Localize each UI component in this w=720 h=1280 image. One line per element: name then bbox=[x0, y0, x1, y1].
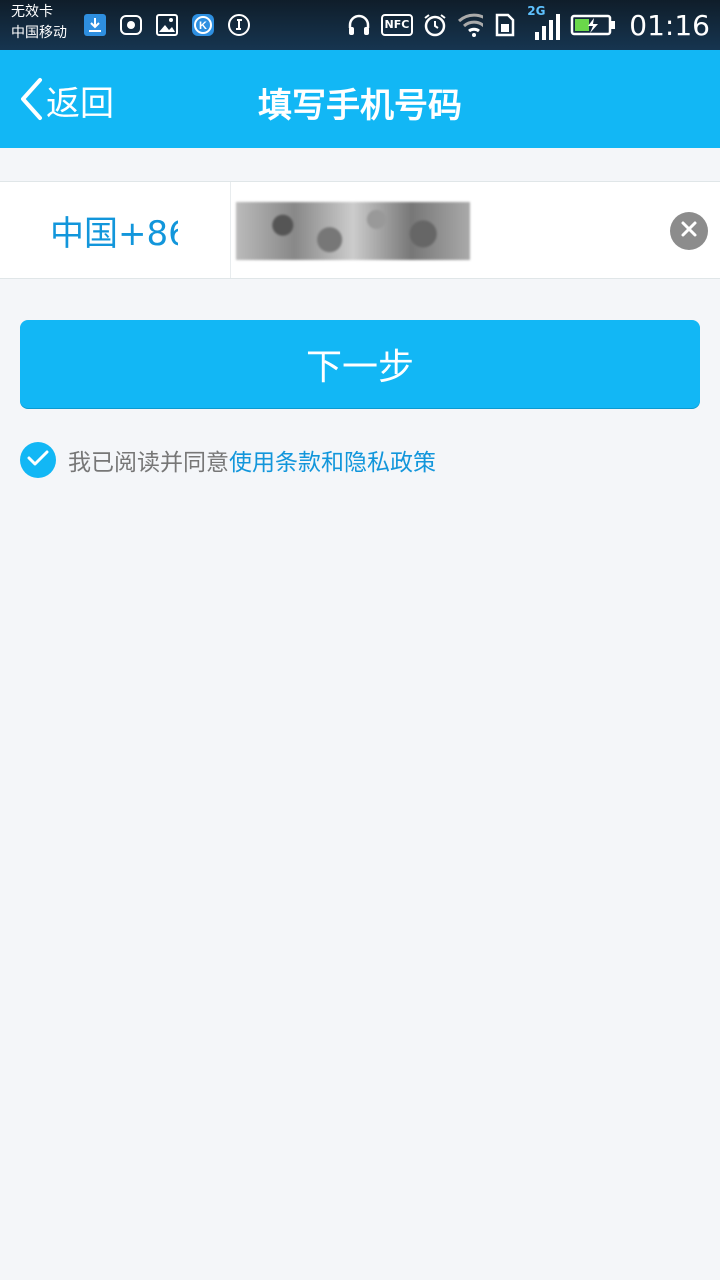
close-icon bbox=[680, 220, 698, 242]
clock: 01:16 bbox=[629, 8, 710, 42]
phone-number-input[interactable] bbox=[236, 202, 470, 260]
svg-text:K: K bbox=[199, 20, 207, 32]
huawei-app-icon bbox=[118, 12, 144, 38]
agreement-checkbox[interactable] bbox=[20, 442, 56, 478]
agreement-row: 我已阅读并同意 使用条款和隐私政策 bbox=[20, 442, 436, 478]
notification-icons: K bbox=[82, 12, 252, 38]
clear-input-button[interactable] bbox=[670, 212, 708, 250]
check-icon bbox=[27, 449, 49, 471]
download-icon bbox=[82, 12, 108, 38]
carrier-line2: 中国移动 bbox=[11, 25, 67, 41]
title-bar: 返回 填写手机号码 bbox=[0, 50, 720, 148]
carrier-info: 无效卡 中国移动 bbox=[11, 2, 67, 44]
cellular-signal-icon: 2G bbox=[527, 4, 561, 42]
next-step-button[interactable]: 下一步 bbox=[20, 320, 700, 408]
divider bbox=[230, 182, 231, 278]
terms-link[interactable]: 使用条款和隐私政策 bbox=[229, 443, 436, 477]
phone-input-row: 中国+86 bbox=[0, 181, 720, 279]
music-app-icon bbox=[226, 12, 252, 38]
nfc-icon: NFC bbox=[380, 14, 414, 36]
battery-charging-icon bbox=[570, 12, 616, 38]
gallery-icon bbox=[154, 12, 180, 38]
status-icons: NFC 2G 01:16 bbox=[346, 4, 710, 42]
status-bar: 无效卡 中国移动 K NFC 2G 01:16 bbox=[0, 0, 720, 50]
k-app-icon: K bbox=[190, 12, 216, 38]
country-code-selector[interactable]: 中国+86 bbox=[50, 206, 178, 255]
alarm-icon bbox=[422, 12, 448, 38]
agreement-text: 我已阅读并同意 bbox=[68, 450, 229, 476]
page-title: 填写手机号码 bbox=[258, 86, 462, 126]
carrier-line1: 无效卡 bbox=[11, 4, 53, 20]
sim-card-icon bbox=[492, 12, 518, 38]
headphones-icon bbox=[346, 12, 372, 38]
wifi-icon bbox=[457, 12, 484, 38]
